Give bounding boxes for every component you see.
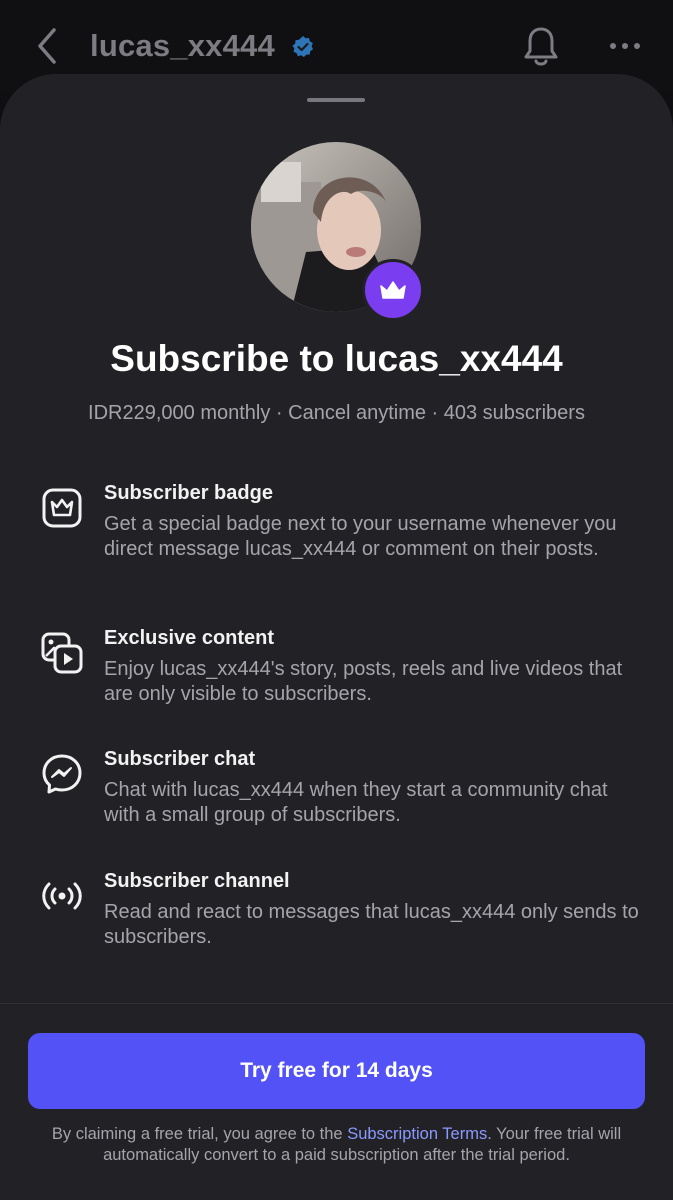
header-username[interactable]: lucas_xx444 bbox=[90, 28, 275, 64]
feature-description: Enjoy lucas_xx444's story, posts, reels … bbox=[104, 658, 623, 705]
feature-description: Read and react to messages that lucas_xx… bbox=[104, 901, 639, 948]
subscriber-crown-badge bbox=[362, 259, 424, 321]
divider bbox=[0, 1003, 673, 1004]
feature-title: Subscriber channel bbox=[104, 870, 290, 892]
sheet-drag-handle[interactable] bbox=[307, 98, 365, 102]
feature-title: Subscriber chat bbox=[104, 748, 256, 770]
subscription-meta: IDR229,000 monthly · Cancel anytime · 40… bbox=[88, 402, 585, 424]
legal-text: By claiming a free trial, you agree to t… bbox=[20, 1124, 653, 1166]
messenger-icon bbox=[42, 754, 82, 794]
verified-badge-icon bbox=[292, 36, 313, 57]
page-title: Subscribe to lucas_xx444 bbox=[110, 338, 563, 379]
subscribe-sheet: Subscribe to lucas_xx444 IDR229,000 mont… bbox=[0, 74, 673, 1200]
media-gallery-icon bbox=[41, 632, 83, 674]
feature-title: Exclusive content bbox=[104, 627, 275, 649]
bell-icon[interactable] bbox=[522, 24, 560, 68]
chevron-left-icon[interactable] bbox=[30, 26, 66, 66]
crown-icon bbox=[380, 281, 406, 299]
crown-badge-icon bbox=[42, 488, 82, 528]
feature-description: Chat with lucas_xx444 when they start a … bbox=[104, 779, 608, 826]
feature-description: Get a special badge next to your usernam… bbox=[104, 513, 617, 560]
legal-text-before: By claiming a free trial, you agree to t… bbox=[51, 1125, 348, 1143]
broadcast-icon bbox=[42, 882, 82, 910]
feature-title: Subscriber badge bbox=[104, 482, 273, 504]
more-horizontal-icon[interactable] bbox=[608, 38, 642, 54]
subscription-terms-link[interactable]: Subscription Terms bbox=[347, 1125, 487, 1143]
try-free-button[interactable]: Try free for 14 days bbox=[28, 1033, 645, 1109]
